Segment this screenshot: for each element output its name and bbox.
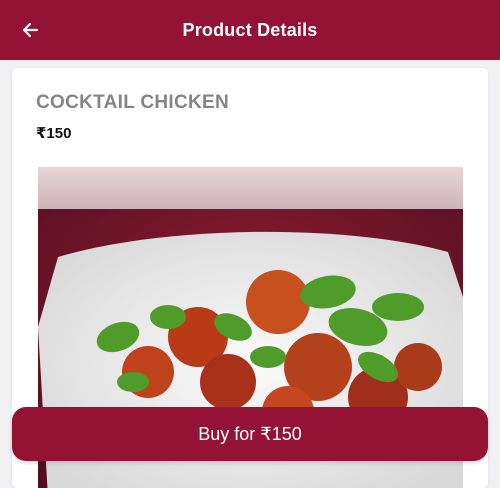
buy-button[interactable]: Buy for ₹150 — [12, 407, 488, 461]
page-title: Product Details — [182, 19, 318, 40]
product-name: COCKTAIL CHICKEN — [36, 92, 230, 113]
app-bar: Product Details — [0, 0, 500, 60]
arrow-left-icon — [22, 22, 39, 38]
back-button[interactable] — [14, 14, 46, 46]
product-price: ₹150 — [36, 125, 72, 142]
